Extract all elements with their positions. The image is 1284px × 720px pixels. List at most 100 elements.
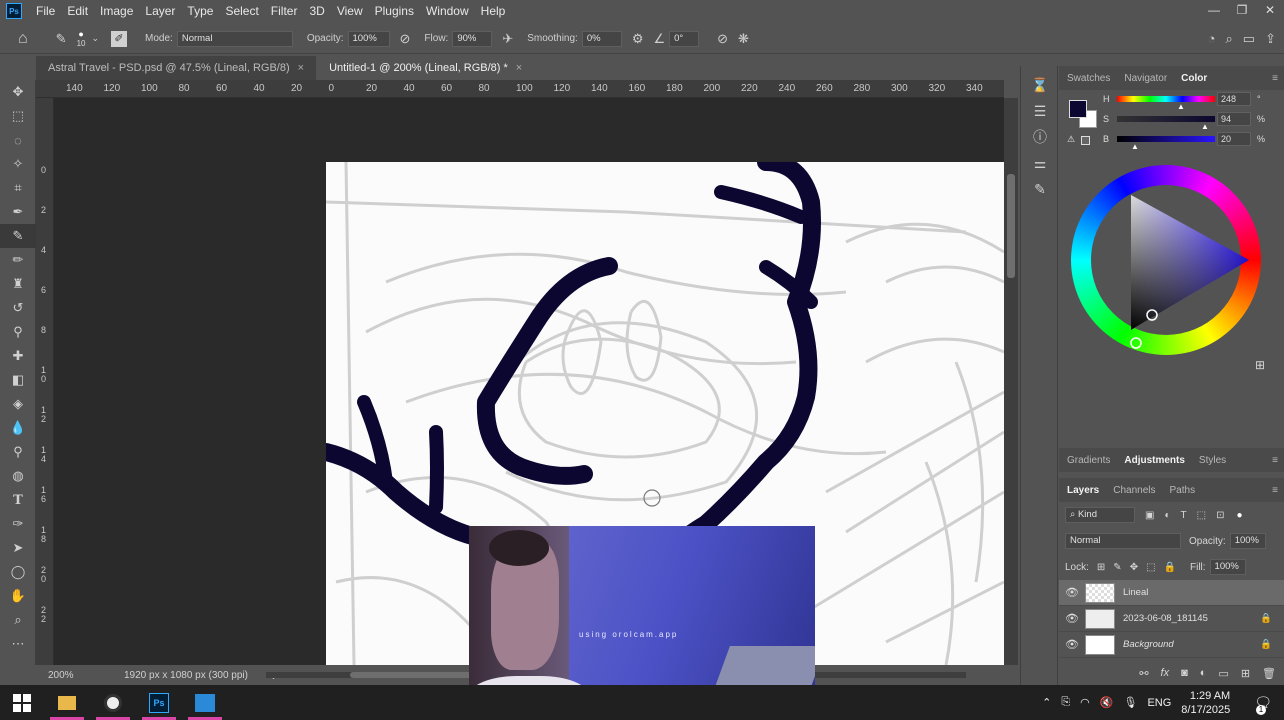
layer-row[interactable]: 👁 Background 🔒 bbox=[1059, 632, 1284, 658]
tab-untitled-1[interactable]: Untitled-1 @ 200% (Lineal, RGB/8) * × bbox=[317, 56, 535, 80]
history-brush-icon[interactable]: ↺ bbox=[0, 296, 36, 320]
brush-tool-icon[interactable]: ✎ bbox=[0, 224, 36, 248]
zoom-tool-icon[interactable]: ⌕ bbox=[0, 608, 36, 632]
wifi-icon[interactable]: ◠ bbox=[1080, 696, 1090, 709]
tab-gradients[interactable]: Gradients bbox=[1067, 455, 1110, 466]
lock-transparency-icon[interactable]: ⊞ bbox=[1097, 562, 1105, 573]
menu-edit[interactable]: Edit bbox=[61, 4, 94, 18]
filter-adjust-icon[interactable]: ◐ bbox=[1164, 510, 1170, 521]
chevron-up-icon[interactable]: ⌃ bbox=[1042, 696, 1051, 709]
share-icon[interactable]: ◔ bbox=[1208, 31, 1216, 46]
shape-tool-icon[interactable]: ◯ bbox=[0, 560, 36, 584]
hand-tool-icon[interactable]: ✋ bbox=[0, 584, 36, 608]
crop-tool-icon[interactable]: ⌗ bbox=[0, 176, 36, 200]
lock-pixels-icon[interactable]: ✎ bbox=[1113, 562, 1121, 573]
add-icon[interactable]: ⊞ bbox=[1255, 358, 1265, 372]
eyedropper-tool-icon[interactable]: ✒ bbox=[0, 200, 36, 224]
menu-image[interactable]: Image bbox=[94, 4, 139, 18]
adjustments-icon[interactable]: ⚌ bbox=[1021, 150, 1059, 176]
menu-filter[interactable]: Filter bbox=[265, 4, 304, 18]
eraser-tool-icon[interactable]: ◧ bbox=[0, 368, 36, 392]
close-icon[interactable]: × bbox=[516, 62, 522, 74]
b-value[interactable]: 20 bbox=[1217, 132, 1251, 146]
symmetry-icon[interactable]: ❋ bbox=[738, 31, 749, 47]
slider-handle-icon[interactable]: ▲ bbox=[1131, 142, 1139, 151]
volume-muted-icon[interactable]: 🔇 bbox=[1100, 696, 1114, 709]
hue-slider[interactable] bbox=[1117, 96, 1215, 102]
more-tools-icon[interactable]: ⋯ bbox=[0, 632, 36, 656]
menu-window[interactable]: Window bbox=[420, 4, 475, 18]
trash-icon[interactable]: 🗑 bbox=[1262, 667, 1276, 680]
info-icon[interactable]: ⓘ bbox=[1021, 124, 1059, 150]
paint-bucket-icon[interactable]: ◈ bbox=[0, 392, 36, 416]
menu-file[interactable]: File bbox=[30, 4, 61, 18]
web-safe-icon[interactable] bbox=[1081, 136, 1090, 145]
fill-field[interactable]: 100% bbox=[1209, 559, 1246, 575]
angle-field[interactable]: 0° bbox=[669, 30, 700, 47]
panel-menu-icon[interactable]: ≡ bbox=[1272, 485, 1278, 496]
eye-icon[interactable]: 👁 bbox=[1059, 638, 1085, 651]
file-explorer-icon[interactable] bbox=[44, 685, 90, 720]
quick-select-tool-icon[interactable]: ✧ bbox=[0, 152, 36, 176]
tab-navigator[interactable]: Navigator bbox=[1124, 73, 1167, 84]
vertical-scrollbar[interactable] bbox=[1004, 98, 1018, 665]
dodge-tool-icon[interactable]: ⚲ bbox=[0, 440, 36, 464]
eye-icon[interactable]: 👁 bbox=[1059, 612, 1085, 625]
filter-image-icon[interactable]: ▣ bbox=[1145, 510, 1154, 521]
brush-settings-panel-icon[interactable]: ✎ bbox=[1021, 176, 1059, 202]
panel-menu-icon[interactable]: ≡ bbox=[1272, 455, 1278, 466]
blur-tool-icon[interactable]: 💧 bbox=[0, 416, 36, 440]
filter-toggle-icon[interactable]: ● bbox=[1236, 510, 1242, 521]
clone-tool-icon[interactable]: ⚲ bbox=[0, 320, 36, 344]
layer-opacity-field[interactable]: 100% bbox=[1229, 533, 1266, 549]
slider-handle-icon[interactable]: ▲ bbox=[1177, 102, 1185, 111]
search-icon[interactable]: ⌕ bbox=[1226, 31, 1233, 47]
gear-icon[interactable]: ⚙ bbox=[632, 31, 644, 47]
properties-icon[interactable]: ☰ bbox=[1021, 98, 1059, 124]
notification-icon[interactable]: 🗨 1 bbox=[1254, 694, 1272, 715]
group-icon[interactable]: ▭ bbox=[1218, 667, 1228, 680]
eye-icon[interactable]: 👁 bbox=[1059, 586, 1085, 599]
share-upload-icon[interactable]: ⇪ bbox=[1265, 31, 1276, 47]
move-tool-icon[interactable]: ✥ bbox=[0, 80, 36, 104]
brush-settings-icon[interactable]: ✐ bbox=[111, 30, 128, 47]
restore-button[interactable]: ❐ bbox=[1228, 0, 1256, 22]
path-select-icon[interactable]: ➤ bbox=[0, 536, 36, 560]
new-layer-icon[interactable]: ⊞ bbox=[1241, 667, 1250, 680]
link-layers-icon[interactable]: ⚯ bbox=[1139, 667, 1148, 680]
zoom-level[interactable]: 200% bbox=[48, 670, 110, 681]
home-icon[interactable]: ⌂ bbox=[18, 30, 28, 48]
fx-icon[interactable]: fx bbox=[1161, 667, 1170, 679]
pressure-opacity-icon[interactable]: ⊘ bbox=[400, 31, 411, 47]
flow-field[interactable]: 90% bbox=[452, 30, 493, 47]
photoshop-taskbar-icon[interactable]: Ps bbox=[136, 685, 182, 720]
stamp-tool-icon[interactable]: ♜ bbox=[0, 272, 36, 296]
filter-type-icon[interactable]: T bbox=[1181, 510, 1187, 521]
smoothing-field[interactable]: 0% bbox=[581, 30, 622, 47]
lasso-tool-icon[interactable]: ◌ bbox=[0, 128, 36, 152]
windows-start-icon[interactable] bbox=[0, 685, 44, 720]
chevron-down-icon[interactable]: ⌄ bbox=[91, 33, 99, 44]
brush-preset-icon[interactable]: ✎ bbox=[56, 31, 67, 47]
adjustment-layer-icon[interactable]: ◐ bbox=[1200, 667, 1207, 679]
h-value[interactable]: 248 bbox=[1217, 92, 1251, 106]
layer-row[interactable]: 👁 Lineal bbox=[1059, 580, 1284, 606]
close-button[interactable]: ✕ bbox=[1256, 0, 1284, 22]
type-tool-icon[interactable]: T bbox=[0, 488, 36, 512]
tab-channels[interactable]: Channels bbox=[1113, 485, 1155, 496]
slider-handle-icon[interactable]: ▲ bbox=[1201, 122, 1209, 131]
layer-row[interactable]: 👁 2023-06-08_181145 🔒 bbox=[1059, 606, 1284, 632]
workspace-icon[interactable]: ▭ bbox=[1243, 31, 1255, 47]
filter-shape-icon[interactable]: ⬚ bbox=[1197, 510, 1206, 521]
clock[interactable]: 1:29 AM 8/17/2025 bbox=[1181, 689, 1240, 717]
opacity-field[interactable]: 100% bbox=[347, 30, 390, 47]
menu-select[interactable]: Select bbox=[219, 4, 264, 18]
tab-astral-travel[interactable]: Astral Travel - PSD.psd @ 47.5% (Lineal,… bbox=[36, 56, 317, 80]
filter-smart-icon[interactable]: ⊡ bbox=[1216, 510, 1224, 521]
microphone-icon[interactable]: 🎙 bbox=[1123, 696, 1137, 709]
pencil-tool-icon[interactable]: ✏ bbox=[0, 248, 36, 272]
photos-app-icon[interactable] bbox=[182, 685, 228, 720]
history-icon[interactable]: ⌛ bbox=[1021, 72, 1059, 98]
menu-help[interactable]: Help bbox=[475, 4, 512, 18]
lock-all-icon[interactable]: 🔒 bbox=[1164, 562, 1176, 573]
